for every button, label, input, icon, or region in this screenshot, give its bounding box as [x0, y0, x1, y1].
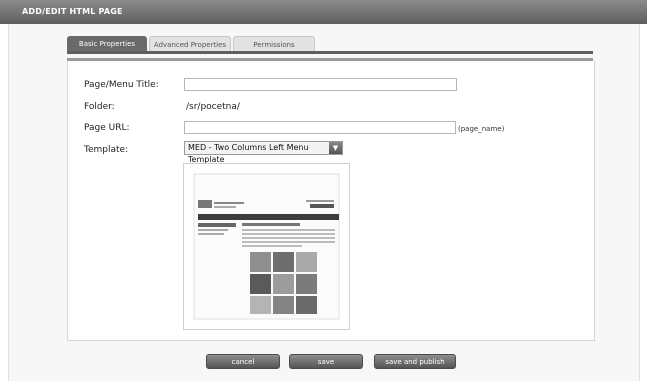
template-label: Template:: [84, 145, 129, 155]
cancel-button[interactable]: cancel: [206, 354, 280, 369]
save-and-publish-button[interactable]: save and publish: [374, 354, 456, 369]
page-title-label: Page/Menu Title:: [84, 80, 159, 90]
template-preview-image: [193, 173, 340, 320]
page-url-input[interactable]: [184, 121, 456, 134]
folder-label: Folder:: [84, 102, 115, 112]
tab-permissions[interactable]: Permissions: [233, 36, 315, 52]
window-titlebar: ADD/EDIT HTML PAGE: [0, 0, 647, 24]
template-select[interactable]: MED - Two Columns Left Menu Template ▼: [184, 141, 343, 164]
page-url-hint: (page_name): [458, 125, 505, 133]
template-preview-thumbnail: [183, 163, 350, 330]
folder-value: /sr/pocetna/: [186, 102, 240, 112]
page-url-label: Page URL:: [84, 123, 130, 133]
window-title: ADD/EDIT HTML PAGE: [22, 7, 123, 16]
tab-basic-properties[interactable]: Basic Properties: [67, 36, 147, 52]
tab-advanced-properties[interactable]: Advanced Properties: [149, 36, 231, 52]
tab-underline: [67, 51, 593, 54]
save-button[interactable]: save: [289, 354, 363, 369]
chevron-down-icon[interactable]: ▼: [329, 142, 342, 154]
page-title-input[interactable]: [184, 78, 457, 91]
